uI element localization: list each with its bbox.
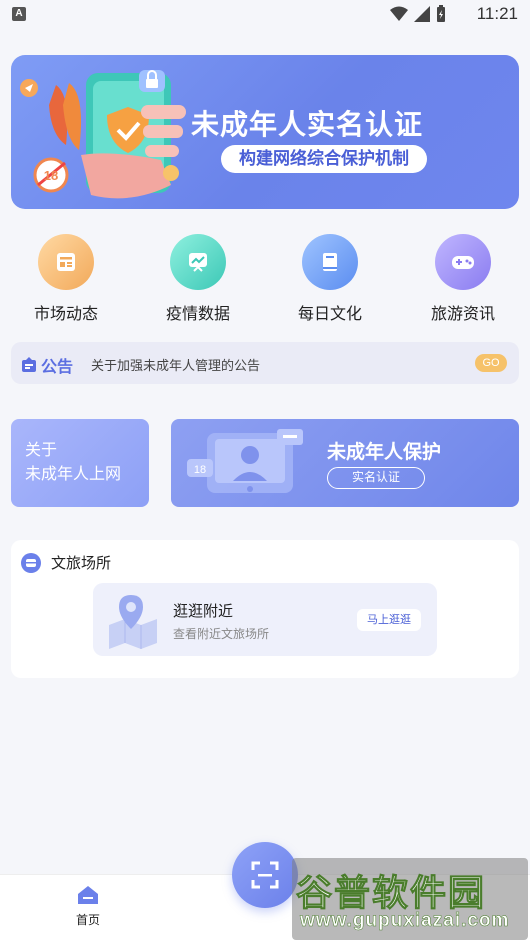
- svg-text:18: 18: [194, 464, 206, 476]
- promo-left-line1: 关于: [25, 442, 58, 459]
- nearby-subtitle: 查看附近文旅场所: [173, 627, 270, 641]
- status-time: 11:21: [476, 4, 518, 23]
- quick-link-label: 疫情数据: [165, 306, 230, 323]
- signal-icon: [414, 5, 430, 22]
- venue-section: 文旅场所 逛逛附近 查看附近文旅场所 马上逛逛: [11, 540, 519, 678]
- home-icon: [78, 886, 98, 904]
- book-icon: [302, 234, 358, 290]
- quick-link-culture[interactable]: 每日文化: [275, 234, 385, 324]
- nav-home[interactable]: 首页: [62, 885, 114, 928]
- id-verify-illustration: 18: [187, 429, 303, 493]
- scan-icon: [251, 861, 279, 889]
- venue-title: 文旅场所: [51, 555, 112, 572]
- watermark-text: 谷普软件园: [295, 872, 487, 914]
- quick-link-travel[interactable]: 旅游资讯: [408, 234, 518, 324]
- nav-home-label: 首页: [75, 913, 100, 927]
- quick-links: 市场动态 疫情数据 每日文化 旅游资讯: [0, 234, 530, 324]
- promo-left-line2: 未成年人上网: [25, 466, 122, 483]
- notice-bar[interactable]: 公告 关于加强未成年人管理的公告 GO: [11, 342, 519, 384]
- map-pin-icon: [109, 595, 157, 649]
- megaphone-icon: [22, 357, 36, 372]
- quick-link-label: 市场动态: [33, 306, 98, 323]
- quick-link-label: 旅游资讯: [430, 306, 495, 323]
- banner-title: 未成年人实名认证: [191, 109, 424, 140]
- promo-right-title: 未成年人保护: [327, 442, 442, 463]
- newspaper-icon: [38, 234, 94, 290]
- quick-link-market[interactable]: 市场动态: [11, 234, 121, 324]
- hero-banner[interactable]: 18 未成年人实名认证 构建网络综合保护机制: [11, 55, 519, 209]
- wifi-icon: [390, 6, 408, 21]
- gamepad-icon: [435, 234, 491, 290]
- promo-card-minors-protection[interactable]: 18 未成年人保护 实名认证: [171, 419, 519, 507]
- banner-subtitle: 构建网络综合保护机制: [221, 145, 427, 173]
- nearby-title: 逛逛附近: [173, 603, 234, 620]
- venue-header: 文旅场所: [21, 552, 111, 573]
- status-bar: A 11:21: [0, 0, 530, 30]
- promo-card-minors-online[interactable]: 关于 未成年人上网: [11, 419, 149, 507]
- verify-button[interactable]: 实名认证: [327, 467, 425, 489]
- watermark-url: www.gupuxiazai.com: [300, 910, 510, 932]
- notice-text: 关于加强未成年人管理的公告: [91, 358, 261, 373]
- banner-illustration: 18: [20, 70, 186, 199]
- notice-tag-label: 公告: [41, 359, 74, 376]
- quick-link-epidemic[interactable]: 疫情数据: [143, 234, 253, 324]
- quick-link-label: 每日文化: [297, 306, 362, 323]
- svg-text:18: 18: [44, 168, 58, 183]
- notice-tag: 公告: [21, 353, 73, 377]
- battery-icon: [437, 5, 445, 22]
- venue-icon: [21, 552, 41, 573]
- watermark: 谷普软件园 www.gupuxiazai.com: [292, 858, 528, 940]
- notification-icon: A: [12, 7, 26, 21]
- scan-button[interactable]: [232, 842, 298, 908]
- browse-now-button[interactable]: 马上逛逛: [357, 609, 421, 631]
- nearby-card[interactable]: 逛逛附近 查看附近文旅场所 马上逛逛: [93, 583, 437, 656]
- chart-board-icon: [170, 234, 226, 290]
- notice-go-button[interactable]: GO: [475, 354, 507, 372]
- status-icons: [390, 5, 446, 22]
